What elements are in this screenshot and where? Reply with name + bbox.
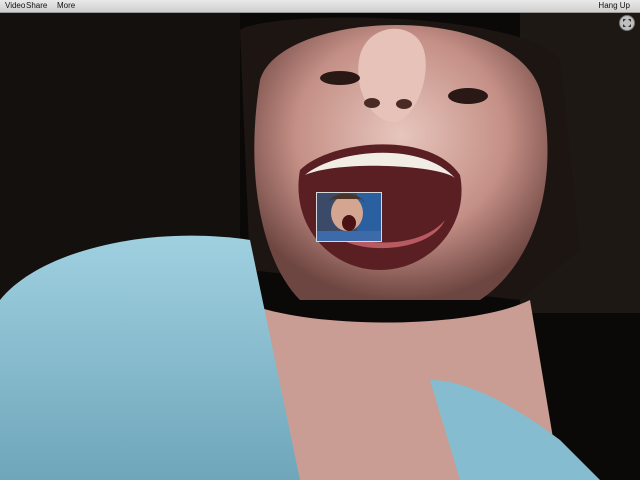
self-view-image: [317, 193, 381, 241]
fullscreen-button[interactable]: [619, 15, 635, 31]
remote-video-image: [0, 13, 640, 480]
menu-share[interactable]: Share: [24, 0, 49, 12]
fullscreen-icon: [623, 19, 631, 27]
self-view-thumbnail[interactable]: [316, 192, 382, 242]
menu-bar: Video Share More Hang Up: [0, 0, 640, 13]
remote-video-feed: [0, 13, 640, 480]
hang-up-button[interactable]: Hang Up: [596, 0, 632, 12]
menu-more[interactable]: More: [55, 0, 77, 12]
